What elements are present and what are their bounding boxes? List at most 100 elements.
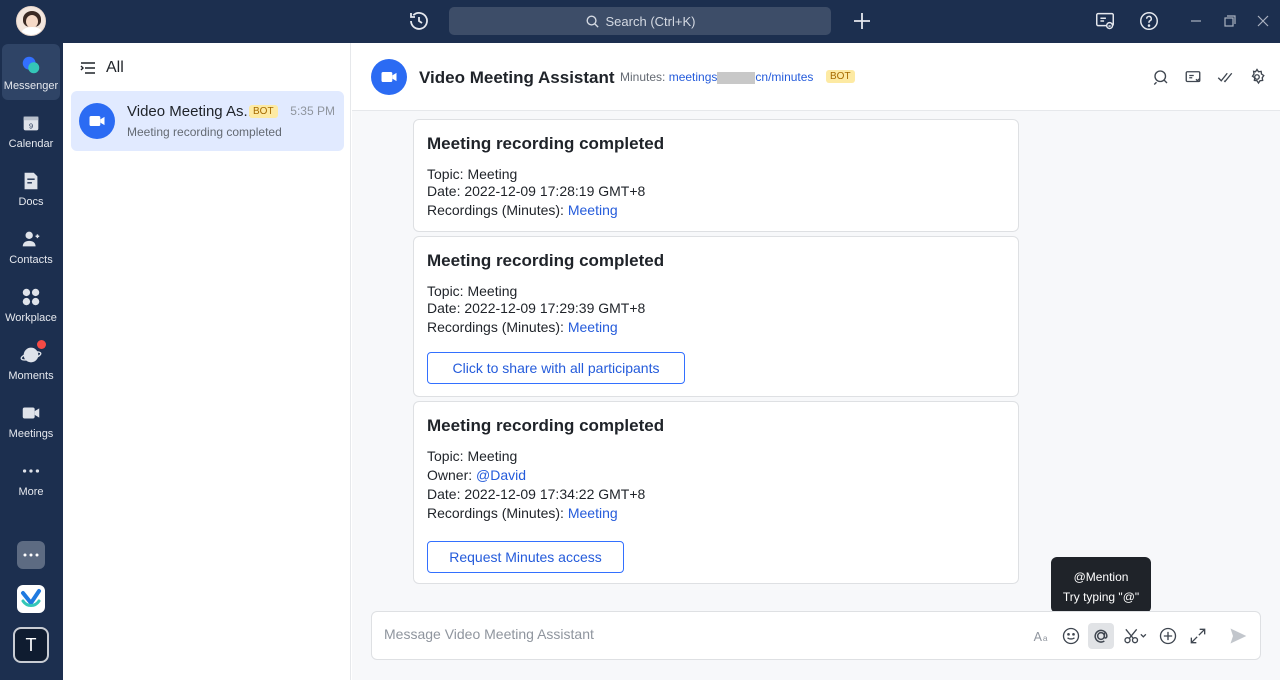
video-camera-icon	[89, 116, 105, 126]
chat-subtitle: Minutes: meetings cn/minutes	[620, 70, 813, 84]
text-format-icon[interactable]: Aa	[1032, 626, 1052, 646]
rail-label: Workplace	[5, 312, 57, 324]
expand-icon[interactable]	[1188, 626, 1208, 646]
subtitle-prefix: Minutes:	[620, 70, 666, 84]
chat-filter[interactable]: All	[80, 59, 124, 77]
close-icon[interactable]	[1255, 13, 1271, 29]
share-with-participants-button[interactable]: Click to share with all participants	[427, 352, 685, 384]
app-logo-icon	[21, 589, 41, 607]
owner-mention-link[interactable]: @David	[476, 467, 526, 483]
chat-header: Video Meeting Assistant Minutes: meeting…	[352, 43, 1280, 111]
more-dots-icon	[22, 469, 40, 473]
history-icon[interactable]	[407, 9, 431, 33]
rail-item-contacts[interactable]: Contacts	[2, 218, 60, 274]
rail-label: More	[18, 486, 44, 498]
contacts-icon	[22, 231, 40, 247]
notification-bell-icon[interactable]	[1094, 10, 1116, 32]
tooltip-title: @Mention	[1073, 570, 1129, 584]
message-card: Meeting recording completed Topic: Meeti…	[413, 401, 1019, 584]
minimize-icon[interactable]	[1188, 13, 1204, 29]
chat-list-panel: All Video Meeting As... BOT 5:35 PM Meet…	[63, 43, 351, 680]
message-date: Date: 2022-12-09 17:28:19 GMT+8	[427, 183, 646, 199]
help-icon[interactable]	[1138, 10, 1160, 32]
message-card: Meeting recording completed Topic: Meeti…	[413, 236, 1019, 397]
search-bar[interactable]: Search (Ctrl+K)	[449, 7, 831, 35]
message-recordings: Recordings (Minutes): Meeting	[427, 319, 618, 335]
bot-badge: BOT	[249, 105, 278, 118]
search-chat-icon[interactable]	[1152, 68, 1170, 86]
chat-time: 5:35 PM	[290, 104, 335, 118]
rail-item-more[interactable]: More	[2, 450, 60, 506]
docs-icon	[24, 172, 38, 190]
rail-label: Calendar	[8, 138, 54, 150]
filter-list-icon	[80, 62, 95, 74]
rail-item-docs[interactable]: Docs	[2, 160, 60, 216]
emoji-icon[interactable]	[1061, 626, 1081, 646]
notification-dot	[37, 340, 46, 349]
svg-text:A: A	[1034, 630, 1043, 644]
rail-label: Messenger	[3, 80, 59, 92]
message-owner: Owner: @David	[427, 467, 527, 483]
rail-item-calendar[interactable]: 9 Calendar	[2, 102, 60, 158]
screenshot-scissors-icon[interactable]	[1122, 626, 1148, 646]
plus-icon[interactable]	[850, 9, 874, 33]
recording-link[interactable]: Meeting	[568, 202, 618, 218]
chat-name: Video Meeting As...	[127, 103, 256, 120]
video-camera-icon	[381, 72, 397, 82]
recording-link[interactable]: Meeting	[568, 319, 618, 335]
rail-label: Moments	[8, 370, 54, 382]
message-topic: Topic: Meeting	[427, 166, 518, 182]
rail-item-moments[interactable]: Moments	[2, 334, 60, 390]
rail-label: Meetings	[8, 428, 54, 440]
bot-avatar	[79, 103, 115, 139]
message-recordings: Recordings (Minutes): Meeting	[427, 505, 618, 521]
rail-item-workplace[interactable]: Workplace	[2, 276, 60, 332]
message-card: Meeting recording completed Topic: Meeti…	[413, 119, 1019, 232]
meetings-icon	[22, 407, 40, 419]
search-icon	[586, 15, 599, 28]
done-check-icon[interactable]	[1216, 68, 1234, 86]
more-apps-button[interactable]	[17, 541, 45, 569]
message-composer: Aa	[371, 611, 1261, 660]
svg-text:a: a	[1043, 633, 1048, 643]
rail-item-messenger[interactable]: Messenger	[2, 44, 60, 100]
message-topic: Topic: Meeting	[427, 448, 518, 464]
workspace-letter: T	[25, 634, 37, 655]
rail-label: Contacts	[9, 254, 53, 266]
rail-item-meetings[interactable]: Meetings	[2, 392, 60, 448]
settings-gear-icon[interactable]	[1248, 68, 1266, 86]
navigation-rail: Messenger 9 Calendar Docs Contacts Workp…	[0, 43, 63, 680]
workspace-avatar[interactable]: T	[13, 627, 49, 663]
message-recordings: Recordings (Minutes): Meeting	[427, 202, 618, 218]
app-shortcut[interactable]	[17, 585, 45, 613]
workplace-icon	[22, 288, 40, 306]
tooltip-hint: Try typing "@"	[1062, 590, 1140, 604]
mention-at-icon[interactable]	[1088, 623, 1114, 649]
add-plus-circle-icon[interactable]	[1158, 626, 1178, 646]
ellipsis-icon	[23, 553, 39, 557]
rail-label: Docs	[18, 196, 44, 208]
message-title: Meeting recording completed	[427, 134, 665, 153]
recording-link[interactable]: Meeting	[568, 505, 618, 521]
message-date: Date: 2022-12-09 17:34:22 GMT+8	[427, 486, 646, 502]
send-icon[interactable]	[1228, 626, 1248, 646]
chat-area: Video Meeting Assistant Minutes: meeting…	[352, 43, 1280, 680]
announcement-icon[interactable]	[1184, 68, 1202, 86]
chat-avatar[interactable]	[371, 59, 407, 95]
top-bar: Search (Ctrl+K)	[0, 0, 1280, 43]
minutes-link[interactable]: meetings cn/minutes	[669, 70, 814, 84]
user-avatar[interactable]	[16, 6, 46, 36]
chat-filter-label: All	[106, 59, 124, 76]
message-input[interactable]	[384, 626, 1004, 642]
request-minutes-access-button[interactable]: Request Minutes access	[427, 541, 624, 573]
message-title: Meeting recording completed	[427, 251, 665, 270]
calendar-icon: 9	[23, 116, 39, 131]
message-date: Date: 2022-12-09 17:29:39 GMT+8	[427, 300, 646, 316]
messenger-icon	[22, 56, 40, 74]
chat-title[interactable]: Video Meeting Assistant	[419, 68, 615, 88]
message-title: Meeting recording completed	[427, 416, 665, 435]
chat-preview: Meeting recording completed	[127, 125, 282, 139]
message-topic: Topic: Meeting	[427, 283, 518, 299]
restore-icon[interactable]	[1222, 13, 1238, 29]
chat-list-item[interactable]: Video Meeting As... BOT 5:35 PM Meeting …	[71, 91, 344, 151]
